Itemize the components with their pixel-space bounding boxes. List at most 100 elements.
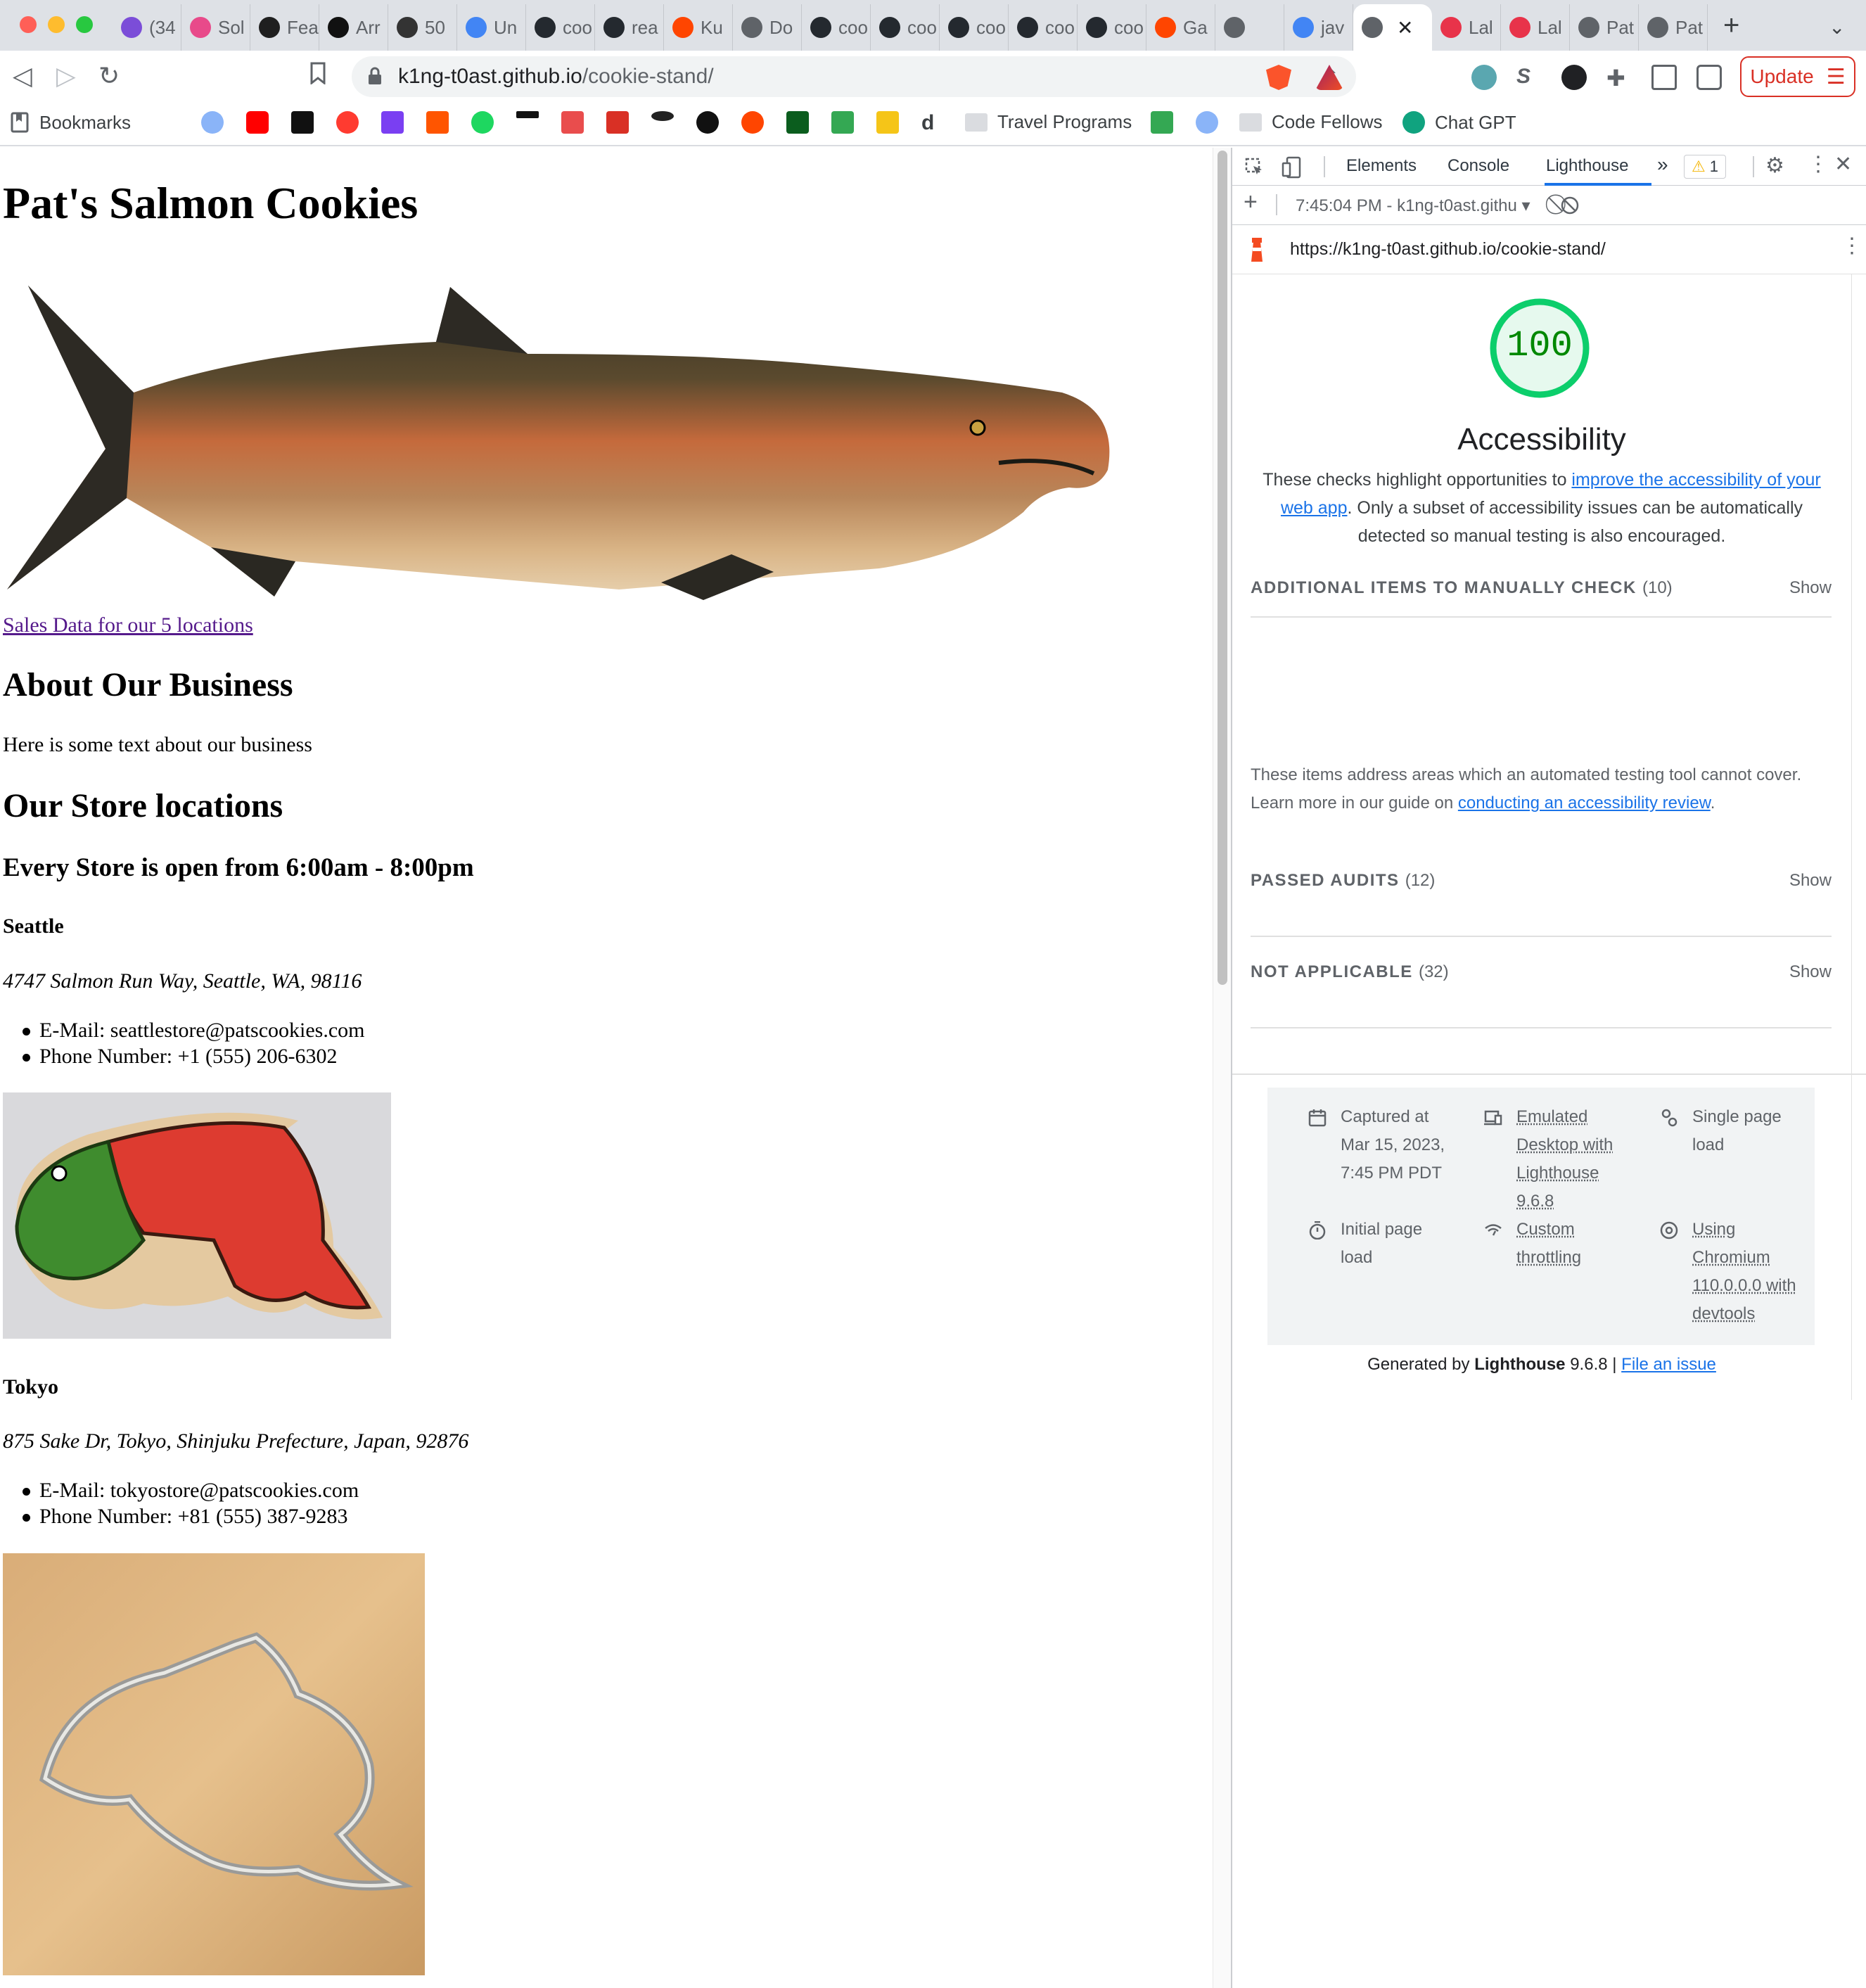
extensions-puzzle-icon[interactable]: ✚ [1606,65,1632,91]
bookmark-wave-icon[interactable] [651,111,674,121]
clear-block-icon[interactable] [1560,196,1580,215]
close-window-button[interactable] [20,16,37,33]
extension-s-icon[interactable]: S [1516,65,1542,90]
bookmark-spotify-icon[interactable] [471,111,494,134]
browser-tab[interactable]: coo [940,4,1009,51]
bookmark-globe-icon[interactable] [201,111,224,134]
group-passed-audits[interactable]: PASSED AUDITS (12) Show [1251,858,1832,937]
bookmark-youtube-icon[interactable] [246,111,269,134]
tab-elements[interactable]: Elements [1346,156,1417,176]
settings-gear-icon[interactable]: ⚙ [1765,153,1784,178]
bookmark-folder-travel[interactable]: Travel Programs [965,111,1132,133]
browser-tab[interactable]: (34 [113,4,181,51]
bookmark-patreon-icon[interactable] [381,111,404,134]
back-button[interactable]: ◁ [13,62,32,90]
bookmark-dj-icon[interactable] [606,111,629,134]
browser-tab[interactable]: Lal [1501,4,1570,51]
address-bar[interactable]: k1ng-t0ast.github.io/cookie-stand/ ⇪ [352,56,1356,97]
browser-tab[interactable]: Fea [250,4,319,51]
group-not-applicable[interactable]: NOT APPLICABLE (32) Show [1251,950,1832,1028]
new-report-plus-icon[interactable]: + [1244,189,1258,216]
show-toggle[interactable]: Show [1789,871,1832,891]
bookmark-chatgpt[interactable]: Chat GPT [1402,111,1516,134]
bookmark-reddit-icon[interactable] [741,111,764,134]
divider [1324,156,1325,177]
sidebar-toggle-icon[interactable] [1651,65,1677,90]
brave-shields-icon[interactable] [1266,65,1291,90]
captured-at: Captured at Mar 15, 2023, 7:45 PM PDT [1308,1103,1453,1187]
tab-search-chevron-icon[interactable]: ⌄ [1829,15,1845,39]
devtools-scrollbar[interactable] [1851,274,1866,1400]
browser-tab[interactable]: jav [1284,4,1353,51]
extension-b-icon[interactable] [1561,65,1587,90]
inspect-element-icon[interactable] [1245,158,1265,177]
bookmark-m-icon[interactable] [561,111,584,134]
new-tab-button[interactable]: + [1723,11,1739,39]
browser-tab[interactable]: coo [802,4,871,51]
bookmark-play-icon[interactable] [336,111,359,134]
extension-wave-icon[interactable] [1471,65,1497,90]
accessibility-review-link[interactable]: conducting an accessibility review [1458,794,1711,813]
browser-tab[interactable]: rea [595,4,664,51]
browser-tab[interactable]: Arr [319,4,388,51]
bookmark-circle-icon[interactable] [696,111,719,134]
bookmark-folder-codefellows[interactable]: Code Fellows [1239,111,1383,133]
bookmark-b-icon[interactable] [786,111,809,134]
bookmark-globe2-icon[interactable] [1196,111,1218,134]
show-toggle[interactable]: Show [1789,578,1832,598]
bookmarks-bar: Bookmarks d Travel Programs Code Fellows… [0,103,1866,146]
sales-data-link[interactable]: Sales Data for our 5 locations [3,613,253,637]
google-icon [1293,17,1314,38]
tab-title: 50 [425,16,445,38]
browser-tab[interactable]: coo [1009,4,1078,51]
store-email: E-Mail: seattlestore@patscookies.com [23,1019,365,1042]
scrollbar-thumb[interactable] [1218,151,1227,985]
browser-tab[interactable]: Ku [664,4,733,51]
page-scrollbar[interactable] [1213,148,1231,1988]
browser-tab[interactable]: coo [1078,4,1146,51]
browser-tab[interactable]: Pat [1570,4,1639,51]
bookmark-map-icon[interactable] [831,111,854,134]
bookmark-page-icon[interactable] [309,62,326,92]
browser-tab[interactable]: Sol [181,4,250,51]
browser-tab[interactable]: Ga [1146,4,1215,51]
minimize-window-button[interactable] [48,16,65,33]
show-toggle[interactable]: Show [1789,962,1832,982]
bookmark-soundcloud-icon[interactable] [426,111,449,134]
bookmark-p-icon[interactable] [291,111,314,134]
report-menu-icon[interactable]: ⋮ [1841,234,1862,258]
browser-tab[interactable]: coo [526,4,595,51]
browser-tab[interactable] [1215,4,1284,51]
device-toolbar-icon[interactable] [1282,156,1303,179]
bookmark-d-icon[interactable]: d [921,111,934,135]
browser-tab[interactable]: 50 [388,4,457,51]
url-path: /cookie-stand/ [582,65,714,88]
file-an-issue-link[interactable]: File an issue [1621,1355,1716,1374]
bookmark-yellow-icon[interactable] [876,111,899,134]
bookmark-dots-icon[interactable] [516,111,539,118]
group-manual-check[interactable]: ADDITIONAL ITEMS TO MANUALLY CHECK (10) … [1251,570,1832,618]
browser-tab[interactable]: Do [733,4,802,51]
bookmarks-menu[interactable]: Bookmarks [10,111,131,134]
warnings-badge[interactable]: ⚠ 1 [1684,155,1726,179]
update-button[interactable]: Update ☰ [1740,56,1855,97]
tab-lighthouse[interactable]: Lighthouse [1546,156,1628,176]
browser-tab[interactable]: Lal [1432,4,1501,51]
reload-button[interactable]: ↻ [98,62,120,90]
maximize-window-button[interactable] [76,16,93,33]
forward-button[interactable]: ▷ [56,62,76,90]
store-name: Tokyo [3,1375,58,1398]
bookmarks-icon [11,112,29,133]
close-tab-icon[interactable]: ✕ [1397,16,1413,39]
bookmark-td-icon[interactable] [1151,111,1173,134]
kebab-menu-icon[interactable]: ⋮ [1808,152,1829,177]
browser-tab[interactable]: Pat [1639,4,1708,51]
browser-tab[interactable]: Un [457,4,526,51]
more-tabs-icon[interactable]: » [1657,153,1668,176]
report-selector[interactable]: 7:45:04 PM - k1ng-t0ast.githu ▾ [1296,196,1530,216]
browser-tab[interactable]: ✕ [1353,4,1432,51]
tab-console[interactable]: Console [1448,156,1509,176]
wallet-icon[interactable] [1696,65,1722,90]
browser-tab[interactable]: coo [871,4,940,51]
close-devtools-icon[interactable]: ✕ [1834,152,1852,177]
